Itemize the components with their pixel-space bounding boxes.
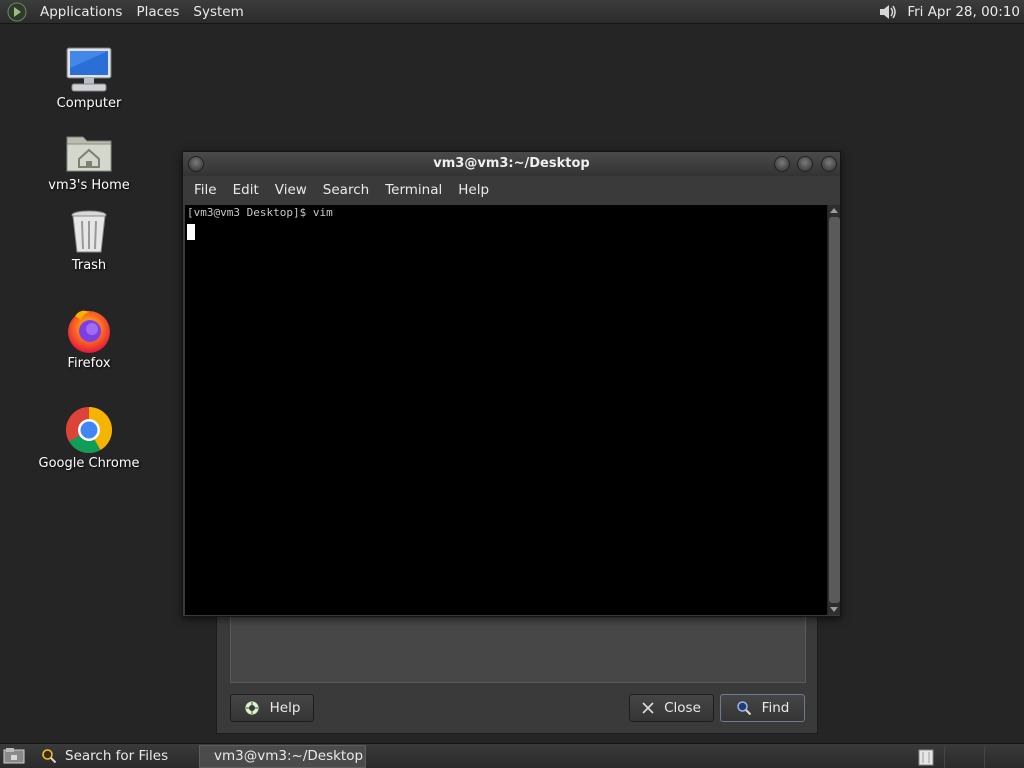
- scroll-up-icon[interactable]: [830, 208, 838, 213]
- find-button-label: Find: [761, 700, 790, 716]
- help-icon: [244, 700, 260, 716]
- terminal-screen[interactable]: [vm3@vm3 Desktop]$ vim: [185, 205, 827, 615]
- bottom-panel: Search for Files vm3@vm3:~/Desktop: [0, 743, 1024, 768]
- terminal-menubar: File Edit View Search Terminal Help: [183, 176, 840, 204]
- find-button[interactable]: Find: [720, 694, 805, 722]
- taskbar-item-label: vm3@vm3:~/Desktop: [214, 748, 364, 764]
- terminal-cursor: [187, 224, 195, 240]
- taskbar-item-search-for-files[interactable]: Search for Files: [35, 745, 195, 768]
- help-button[interactable]: Help: [230, 694, 314, 722]
- search-for-files-dialog: Help Close Find: [216, 600, 818, 734]
- close-icon: [642, 702, 654, 714]
- menu-system[interactable]: System: [186, 4, 250, 20]
- clock[interactable]: Fri Apr 28, 00:10: [907, 4, 1024, 20]
- terminal-menu-help[interactable]: Help: [450, 182, 497, 198]
- trash-icon: [71, 210, 107, 253]
- trash-applet-icon[interactable]: [918, 748, 934, 766]
- desktop-icon-trash[interactable]: Trash: [29, 208, 149, 273]
- computer-icon: [66, 47, 112, 92]
- desktop-icon-chrome[interactable]: Google Chrome: [29, 406, 149, 471]
- applications-menu-icon[interactable]: [7, 2, 27, 22]
- workspace-switcher: [918, 744, 1024, 768]
- desktop-icon-label: Trash: [71, 258, 107, 273]
- top-panel-right: Fri Apr 28, 00:10: [877, 0, 1024, 24]
- terminal-titlebar[interactable]: vm3@vm3:~/Desktop: [183, 152, 840, 176]
- firefox-icon: [68, 310, 110, 353]
- desktop-icon-label: Firefox: [67, 356, 111, 371]
- menu-places[interactable]: Places: [129, 4, 186, 20]
- help-button-label: Help: [269, 700, 301, 716]
- search-files-icon: [42, 749, 57, 764]
- desktop-icon-label: vm3's Home: [48, 178, 130, 193]
- desktop-icon-home[interactable]: vm3's Home: [29, 128, 149, 193]
- terminal-menu-search[interactable]: Search: [315, 182, 377, 198]
- terminal-prompt-line: [vm3@vm3 Desktop]$ vim: [187, 206, 333, 219]
- close-button-label: Close: [664, 700, 701, 716]
- home-folder-icon: [66, 136, 112, 172]
- terminal-menu-file[interactable]: File: [186, 182, 225, 198]
- window-menu-button[interactable]: [188, 156, 204, 172]
- volume-icon[interactable]: [877, 2, 899, 22]
- top-panel: Applications Places System Fri Apr 28, 0…: [0, 0, 1024, 24]
- minimize-button[interactable]: [774, 156, 790, 172]
- terminal-scrollbar[interactable]: [827, 205, 840, 615]
- terminal-title: vm3@vm3:~/Desktop: [433, 156, 590, 171]
- workspace-1[interactable]: [944, 745, 984, 768]
- desktop-icon-firefox[interactable]: Firefox: [29, 306, 149, 371]
- taskbar-item-label: Search for Files: [65, 748, 169, 764]
- terminal-menu-terminal[interactable]: Terminal: [377, 182, 450, 198]
- search-results-area[interactable]: [230, 615, 806, 683]
- desktop-icon-computer[interactable]: Computer: [29, 46, 149, 111]
- maximize-button[interactable]: [797, 156, 813, 172]
- desktop-icon-label: Google Chrome: [38, 456, 140, 471]
- scrollbar-thumb[interactable]: [829, 217, 840, 603]
- show-desktop-icon[interactable]: [3, 747, 25, 765]
- window-close-button[interactable]: [821, 156, 837, 172]
- close-button[interactable]: Close: [629, 694, 714, 722]
- terminal-window: vm3@vm3:~/Desktop File Edit View Search …: [182, 151, 841, 617]
- scroll-down-icon[interactable]: [830, 607, 838, 612]
- terminal-menu-view[interactable]: View: [267, 182, 315, 198]
- menu-applications[interactable]: Applications: [33, 4, 129, 20]
- find-icon: [736, 701, 751, 716]
- desktop-icon-label: Computer: [56, 96, 122, 111]
- chrome-icon: [66, 407, 112, 453]
- taskbar-item-terminal[interactable]: vm3@vm3:~/Desktop: [199, 744, 366, 768]
- terminal-menu-edit[interactable]: Edit: [225, 182, 267, 198]
- workspace-2[interactable]: [984, 745, 1024, 768]
